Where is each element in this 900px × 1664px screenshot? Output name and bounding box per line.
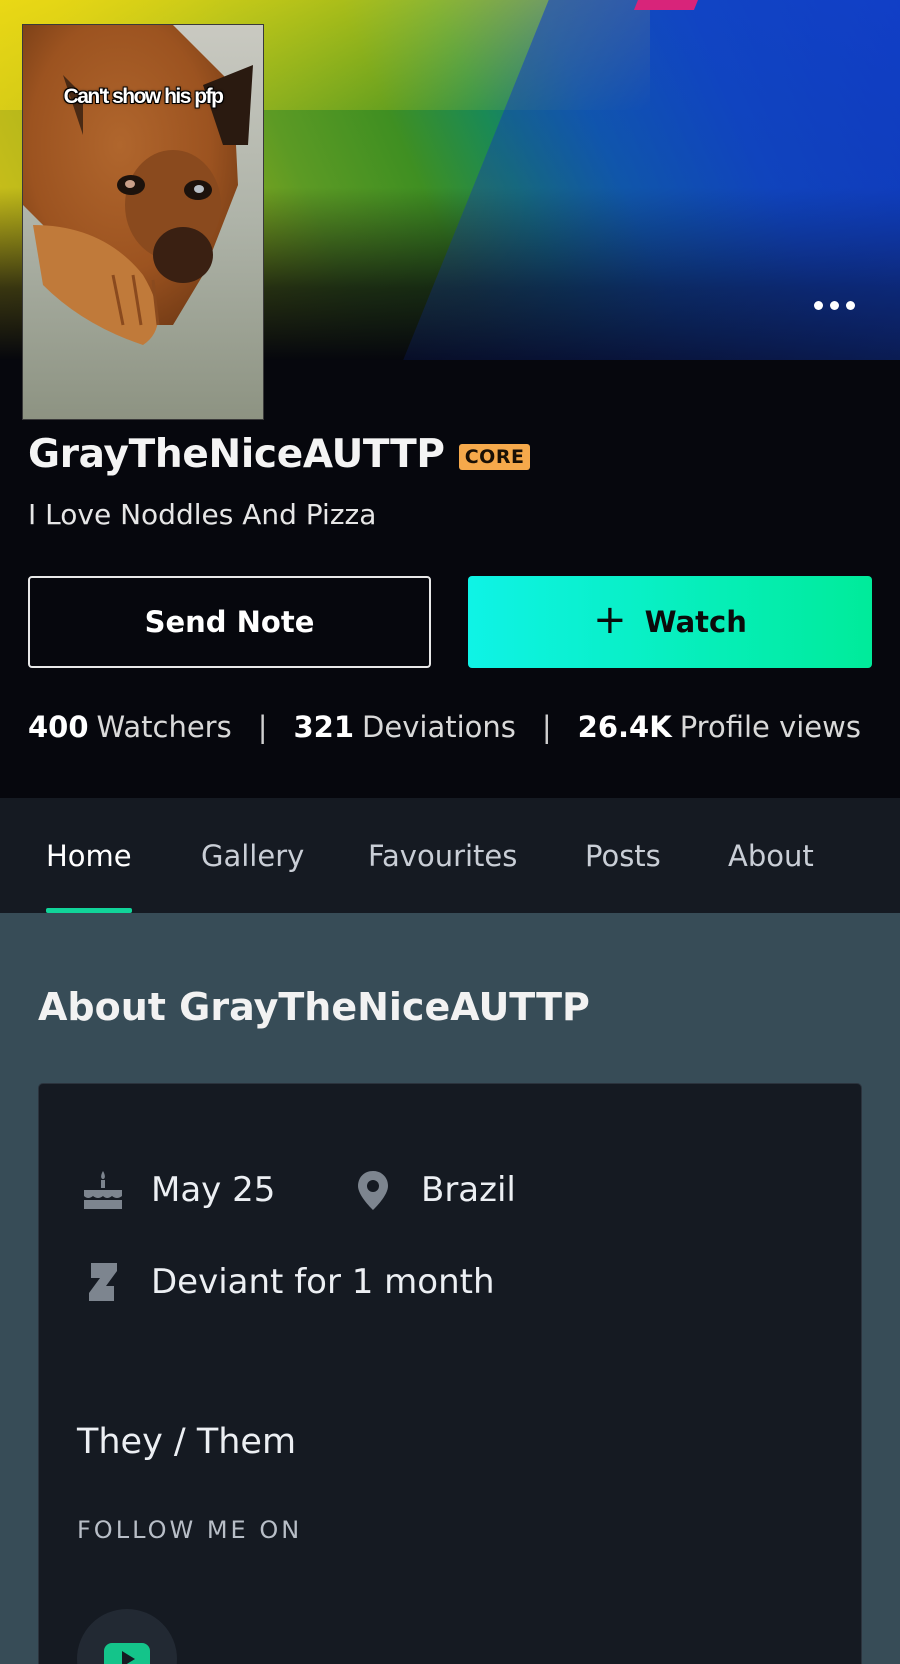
tab-home[interactable]: Home xyxy=(46,798,132,913)
deviant-since-row: Deviant for 1 month xyxy=(81,1260,495,1304)
location-pin-icon xyxy=(351,1168,395,1212)
follow-me-label: FOLLOW ME ON xyxy=(77,1516,303,1544)
birthday-cake-icon xyxy=(81,1168,125,1212)
more-options-button[interactable] xyxy=(804,290,864,320)
avatar[interactable]: Can't show his pfp xyxy=(22,24,264,420)
avatar-caption: Can't show his pfp xyxy=(63,85,224,108)
stats-separator: | xyxy=(257,710,268,744)
birthday-value: May 25 xyxy=(151,1170,276,1210)
username-row: GrayTheNiceAUTTP CORE xyxy=(28,432,531,477)
youtube-icon xyxy=(104,1643,150,1664)
deviant-since-value: Deviant for 1 month xyxy=(151,1262,495,1302)
tab-favourites[interactable]: Favourites xyxy=(368,798,517,913)
location-value: Brazil xyxy=(421,1170,516,1210)
views-count: 26.4K xyxy=(577,710,672,744)
more-dot-icon xyxy=(845,300,855,310)
stats-separator: | xyxy=(541,710,552,744)
dog-photo-icon xyxy=(23,25,253,345)
profile-tabs: Home Gallery Favourites Posts About xyxy=(0,798,900,913)
location-row: Brazil xyxy=(351,1168,516,1212)
tab-gallery[interactable]: Gallery xyxy=(201,798,304,913)
profile-stats: 400 Watchers | 321 Deviations | 26.4K Pr… xyxy=(28,710,861,744)
send-note-button[interactable]: Send Note xyxy=(28,576,431,668)
views-label: Profile views xyxy=(679,710,861,744)
about-section-title: About GrayTheNiceAUTTP xyxy=(38,985,590,1029)
core-badge[interactable]: CORE xyxy=(458,443,531,470)
profile-tagline: I Love Noddles And Pizza xyxy=(28,498,377,531)
more-dot-icon xyxy=(829,300,839,310)
watchers-label[interactable]: Watchers xyxy=(97,710,232,744)
watch-label: Watch xyxy=(644,605,747,639)
birthday-row: May 25 xyxy=(81,1168,275,1212)
pronouns: They / Them xyxy=(77,1422,297,1462)
tab-about[interactable]: About xyxy=(728,798,814,913)
plus-icon: + xyxy=(593,597,627,643)
send-note-label: Send Note xyxy=(144,605,315,639)
deviations-label[interactable]: Deviations xyxy=(362,710,516,744)
home-content: About GrayTheNiceAUTTP May 25 Brazil Dev… xyxy=(0,913,900,1664)
watch-button[interactable]: + Watch xyxy=(468,576,872,668)
deviations-count[interactable]: 321 xyxy=(294,710,355,744)
about-card: May 25 Brazil Deviant for 1 month They /… xyxy=(38,1083,862,1664)
youtube-link-button[interactable] xyxy=(77,1609,177,1664)
more-dot-icon xyxy=(813,300,823,310)
tab-posts[interactable]: Posts xyxy=(585,798,661,913)
deviantart-logo-icon xyxy=(81,1260,125,1304)
watchers-count[interactable]: 400 xyxy=(28,710,89,744)
username[interactable]: GrayTheNiceAUTTP xyxy=(28,432,445,477)
